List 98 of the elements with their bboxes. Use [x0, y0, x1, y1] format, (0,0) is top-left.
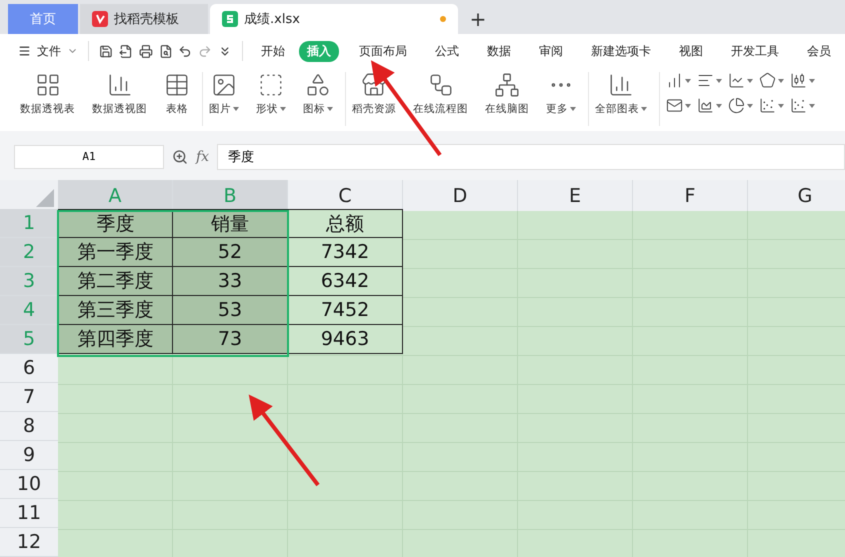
menu-tab[interactable]: 会员: [799, 40, 840, 62]
caret-icon[interactable]: [280, 107, 286, 112]
table-cell: 7452: [288, 296, 403, 326]
row-header[interactable]: 8: [0, 412, 58, 442]
menu-tab[interactable]: 数据: [479, 40, 520, 62]
table-cell: 总额: [288, 209, 403, 238]
row-header[interactable]: 9: [0, 441, 58, 470]
shapes-icon[interactable]: [305, 72, 331, 98]
ribbon-button[interactable]: 数据透视表: [20, 102, 75, 116]
table-cell: 第三季度: [58, 296, 173, 326]
radar-chart-icon[interactable]: [759, 72, 776, 90]
ribbon-button[interactable]: 全部图表: [595, 102, 639, 116]
menu-tab[interactable]: 页面布局: [351, 40, 416, 62]
formula-field[interactable]: 季度: [217, 144, 845, 170]
caret-icon: [716, 104, 722, 108]
table-icon[interactable]: [164, 72, 190, 98]
name-box[interactable]: A1: [14, 144, 164, 169]
pivot-table-icon[interactable]: [34, 72, 60, 98]
ribbon-button[interactable]: 表格: [166, 102, 188, 116]
table-cell: 第四季度: [58, 325, 173, 354]
ribbon-button[interactable]: 在线脑图: [485, 102, 529, 116]
caret-icon[interactable]: [233, 107, 239, 112]
column-header[interactable]: F: [633, 180, 748, 212]
table-cell: 第一季度: [58, 238, 173, 268]
table-cell: 9463: [288, 325, 403, 354]
tab-label: 成绩.xlsx: [244, 11, 300, 28]
menu-tab[interactable]: 新建选项卡: [583, 40, 660, 62]
document-tab[interactable]: 成绩.xlsx: [210, 4, 458, 34]
menu-tab[interactable]: 公式: [427, 40, 468, 62]
row-header[interactable]: 10: [0, 470, 58, 500]
caret-icon: [685, 78, 691, 83]
ribbon-button[interactable]: 形状: [256, 102, 278, 116]
print-preview-icon[interactable]: [158, 44, 172, 59]
table-cell: 33: [173, 267, 288, 296]
image-icon[interactable]: [211, 72, 237, 98]
caret-icon: [809, 78, 815, 83]
table-cell: 52: [173, 238, 288, 268]
stock-chart-icon[interactable]: [790, 72, 807, 90]
menu-tab[interactable]: 视图: [671, 40, 712, 62]
column-header[interactable]: C: [288, 180, 403, 212]
store-icon[interactable]: [361, 72, 387, 98]
table-cell: 销量: [173, 209, 288, 238]
ribbon-button[interactable]: 在线流程图: [413, 102, 468, 116]
save-icon[interactable]: [98, 44, 113, 59]
caret-icon[interactable]: [570, 107, 576, 112]
flowchart-icon[interactable]: [428, 72, 454, 98]
line-chart-icon[interactable]: [728, 72, 745, 90]
column-header[interactable]: E: [518, 180, 633, 212]
ribbon-button[interactable]: 图标: [303, 102, 325, 116]
new-tab-button[interactable]: +: [460, 4, 496, 34]
row-header[interactable]: 6: [0, 354, 58, 384]
caret-icon: [778, 104, 784, 108]
row-header[interactable]: 12: [0, 528, 58, 557]
menu-tab[interactable]: 审阅: [531, 40, 572, 62]
pie-chart-icon[interactable]: [728, 97, 745, 114]
row-header[interactable]: 7: [0, 383, 58, 412]
scatter-chart-icon[interactable]: [759, 97, 776, 114]
table-cell: 季度: [58, 209, 173, 238]
caret-icon: [747, 104, 753, 108]
bubble-chart-icon[interactable]: [790, 97, 807, 114]
caret-icon: [685, 104, 691, 108]
document-tab[interactable]: 找稻壳模板: [80, 4, 208, 34]
menu-icon[interactable]: [18, 44, 31, 58]
table-cell: 73: [173, 325, 288, 354]
row-header[interactable]: 11: [0, 499, 58, 528]
spreadsheet-logo-icon: [222, 11, 238, 28]
table-cell: 第二季度: [58, 267, 173, 296]
caret-icon: [778, 78, 784, 83]
file-menu[interactable]: 文件: [36, 42, 61, 60]
undo-icon[interactable]: [178, 44, 192, 59]
shape-icon[interactable]: [258, 72, 284, 98]
caret-icon[interactable]: [641, 107, 647, 112]
table-cell: 53: [173, 296, 288, 326]
column-header[interactable]: D: [403, 180, 518, 212]
menu-tab[interactable]: 开始: [253, 40, 294, 62]
zoom-icon[interactable]: [172, 148, 188, 165]
caret-icon: [747, 78, 753, 83]
ribbon-button[interactable]: 图片: [209, 102, 231, 116]
caret-icon: [809, 104, 815, 108]
column-header[interactable]: G: [748, 180, 845, 212]
caret-icon[interactable]: [327, 107, 333, 112]
menu-tab[interactable]: 开发工具: [723, 40, 788, 62]
table-cell: 7342: [288, 238, 403, 268]
pivot-chart-icon[interactable]: [106, 72, 132, 98]
export-icon[interactable]: [118, 44, 133, 59]
caret-icon: [716, 78, 722, 83]
tab-label: 首页: [30, 11, 56, 28]
ribbon-button[interactable]: 稻壳资源: [352, 102, 396, 116]
mind-map-icon[interactable]: [494, 72, 520, 98]
bar-chart-icon[interactable]: [608, 72, 634, 98]
function-label[interactable]: fx: [196, 148, 210, 165]
ribbon-button[interactable]: 更多: [546, 102, 568, 116]
template-logo-icon: [92, 11, 108, 28]
tab-label: 找稻壳模板: [114, 11, 179, 28]
bar-chart-icon[interactable]: [666, 72, 683, 90]
table-cell: 6342: [288, 267, 403, 296]
print-icon[interactable]: [138, 44, 153, 59]
ribbon-button[interactable]: 数据透视图: [92, 102, 147, 116]
